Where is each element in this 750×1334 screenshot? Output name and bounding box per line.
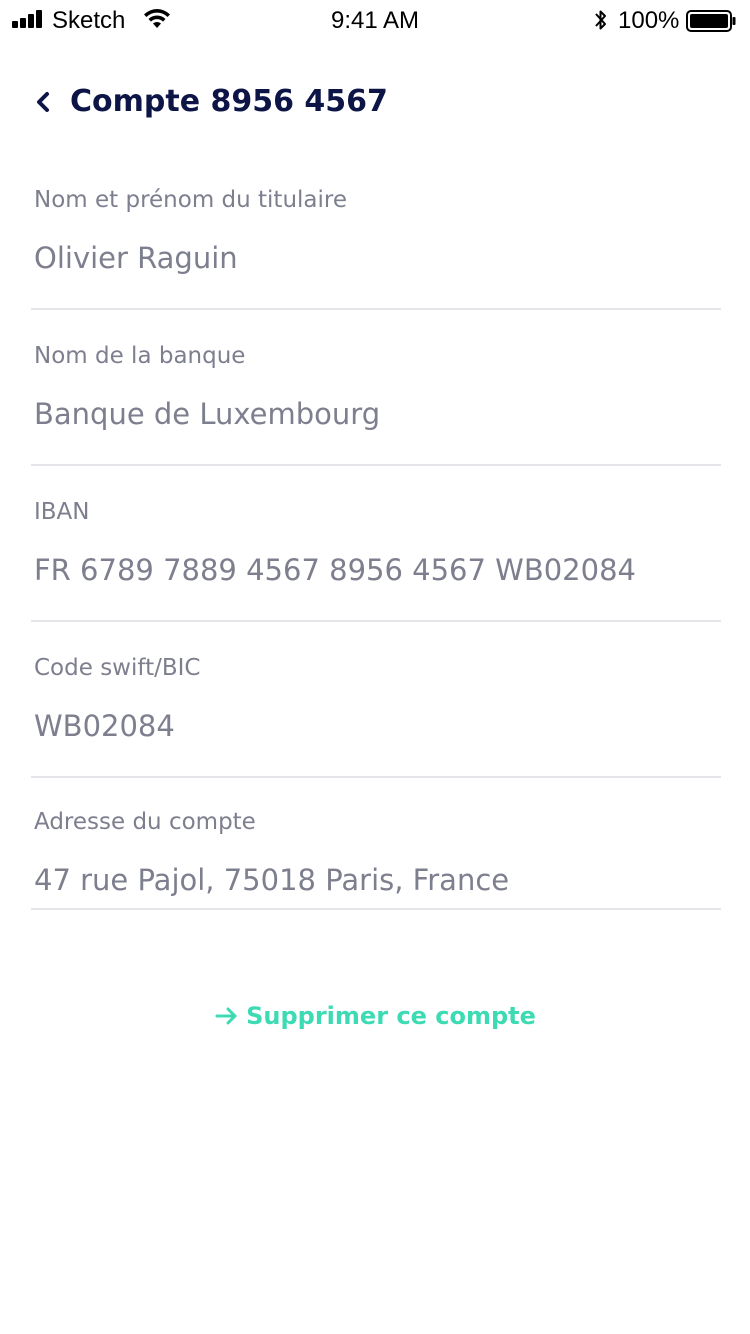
- account-fields: Nom et prénom du titulaire Nom de la ban…: [0, 156, 750, 940]
- page-title: Compte 8956 4567: [70, 84, 388, 119]
- field-divider: [31, 464, 721, 466]
- holder-name-label: Nom et prénom du titulaire: [34, 187, 348, 213]
- holder-name-input[interactable]: [34, 238, 724, 278]
- field-divider: [31, 908, 721, 910]
- bluetooth-icon: [595, 10, 606, 30]
- status-bar: Sketch 9:41 AM 100%: [0, 0, 750, 40]
- swift-bic-input[interactable]: [34, 706, 724, 746]
- iban-input[interactable]: [34, 550, 724, 590]
- delete-account-label: Supprimer ce compte: [246, 1002, 536, 1030]
- swift-bic-label: Code swift/BIC: [34, 655, 201, 681]
- back-button[interactable]: [26, 82, 60, 122]
- bank-name-field: Nom de la banque: [0, 312, 750, 468]
- account-address-field: Adresse du compte: [0, 752, 750, 912]
- navigation-header: Compte 8956 4567: [0, 70, 750, 134]
- account-address-input[interactable]: [34, 860, 724, 900]
- field-divider: [31, 620, 721, 622]
- holder-name-field: Nom et prénom du titulaire: [0, 156, 750, 312]
- delete-account-button[interactable]: Supprimer ce compte: [0, 996, 750, 1036]
- account-detail-screen: Sketch 9:41 AM 100% Compte 8956 4567 Nom…: [0, 0, 750, 1334]
- battery-icon: [686, 10, 736, 32]
- chevron-left-icon: [37, 92, 49, 112]
- arrow-right-icon: [215, 1007, 237, 1025]
- iban-label: IBAN: [34, 499, 90, 525]
- iban-field: IBAN: [0, 468, 750, 624]
- field-divider: [31, 308, 721, 310]
- account-address-label: Adresse du compte: [34, 809, 256, 835]
- battery-percentage: 100%: [618, 7, 680, 34]
- bank-name-input[interactable]: [34, 394, 724, 434]
- bank-name-label: Nom de la banque: [34, 343, 246, 369]
